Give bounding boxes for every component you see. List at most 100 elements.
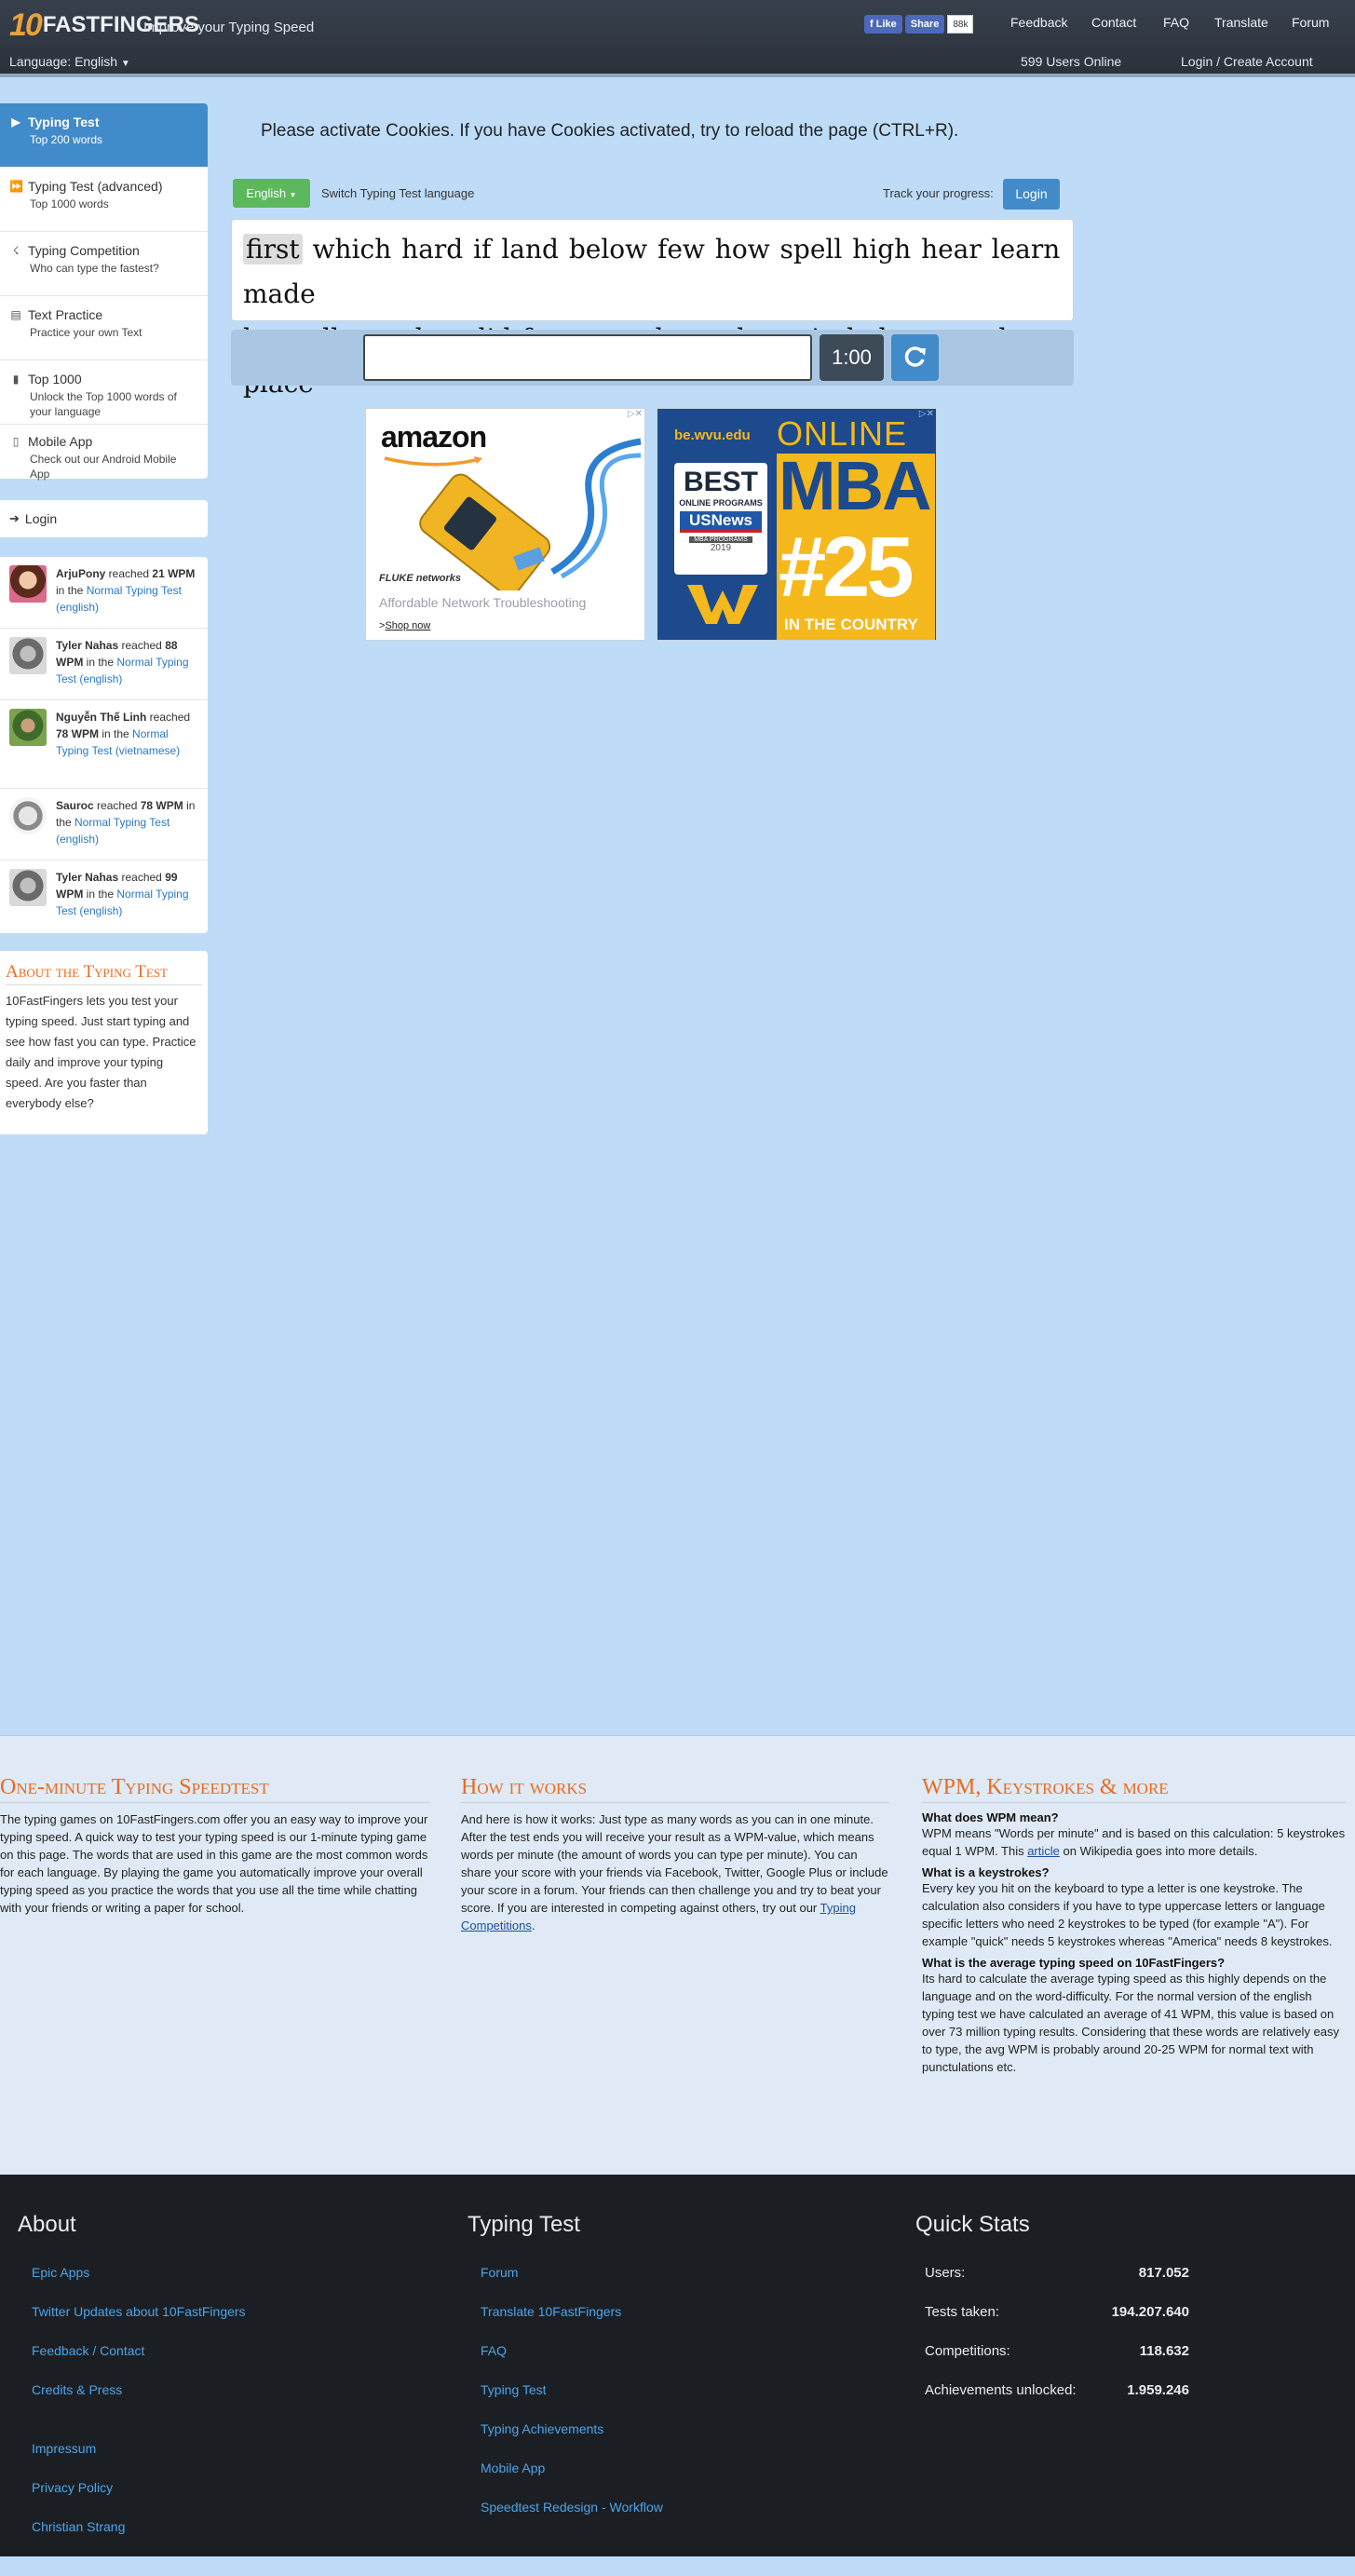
footer-about-column: About [18,2212,76,2251]
advertisement-amazon[interactable]: ▷✕ amazon FLUKE networks Affordable Netw… [365,408,645,641]
wpm-answer-1: WPM means "Words per minute" and is base… [922,1824,1346,1860]
sidebar-login-button[interactable]: ➔ Login [0,500,208,537]
avatar[interactable] [9,637,47,674]
about-typing-test-text: 10FastFingers lets you test your typing … [6,994,196,1110]
badge-usnews: USNews [680,511,762,533]
how-it-works-text: And here is how it works: Just type as m… [461,1812,888,1932]
facebook-buttons: f Like Share 88k [864,15,974,34]
sidebar-item-text-practice[interactable]: ▤ Text Practice Practice your own Text [0,296,208,360]
badge-online-programs: ONLINE PROGRAMS [679,498,763,508]
avatar[interactable] [9,709,47,746]
feed-user-name[interactable]: Tyler Nahas [56,871,118,884]
info-column-speedtest: One-minute Typing Speedtest The typing g… [0,1775,430,1917]
sidebar-item-title: Typing Test [28,115,100,129]
feed-item: Tyler Nahas reached 99 WPM in the Normal… [0,861,208,933]
wpm-answer-3: Its hard to calculate the average typing… [922,1972,1339,2074]
facebook-icon: f [870,19,876,30]
feed-user-name[interactable]: Nguyễn Thế Linh [56,711,146,724]
feed-action: reached [118,871,166,884]
sidebar-item-title: Text Practice [28,307,103,322]
facebook-like-count: 88k [947,15,974,34]
info-column-wpm: WPM, Keystrokes & more What does WPM mea… [922,1775,1346,2076]
language-select-button[interactable]: English ▼ [233,179,310,208]
about-typing-test-title: About the Typing Test [6,962,202,985]
feed-wpm: 78 WPM [56,727,100,740]
footer-link-christian-strang[interactable]: Christian Strang [32,2519,125,2534]
signal-icon: ▮ [12,373,20,386]
footer-link-faq[interactable]: FAQ [481,2343,507,2358]
advertisement-wvu-mba[interactable]: ▷✕ be.wvu.edu ONLINE MBA #25 IN THE COUN… [657,408,937,641]
sidebar-item-typing-competition[interactable]: ☇ Typing Competition Who can type the fas… [0,232,208,296]
stat-competitions-label: Competitions: [925,2343,1010,2359]
footer-link-epic-apps[interactable]: Epic Apps [32,2265,89,2280]
sidebar-item-subtitle: Who can type the fastest? [30,262,159,275]
top-navbar: 10 FASTFINGERS Improve your Typing Speed… [0,0,1355,77]
footer-link-achievements[interactable]: Typing Achievements [481,2421,603,2436]
users-online: 599 Users Online [1021,54,1122,69]
footer-link-twitter[interactable]: Twitter Updates about 10FastFingers [32,2304,246,2319]
language-dropdown[interactable]: Language: English ▼ [9,54,130,69]
word-row-1: first which hard if land below few how s… [243,227,1062,317]
facebook-like-label: Like [875,19,897,30]
nav-faq[interactable]: FAQ [1163,15,1189,30]
sidebar-item-typing-test[interactable]: ▶ Typing Test Top 200 words [0,103,208,168]
caret-down-icon: ▼ [120,59,130,69]
feed-in: in the [56,584,87,597]
nav-contact[interactable]: Contact [1091,15,1136,30]
feed-user-name[interactable]: Sauroc [56,799,94,812]
shop-now-link[interactable]: >Shop now [379,620,430,631]
reload-button[interactable] [891,334,939,381]
speedtest-text: The typing games on 10FastFingers.com of… [0,1812,428,1915]
sidebar-item-typing-test-advanced[interactable]: ⏩ Typing Test (advanced) Top 1000 words [0,168,208,232]
nav-translate[interactable]: Translate [1214,15,1268,30]
fast-forward-icon: ⏩ [9,180,23,193]
feed-wpm: 21 WPM [152,567,196,580]
nav-feedback[interactable]: Feedback [1010,15,1067,30]
trophy-icon: ☇ [12,244,20,257]
facebook-share-button[interactable]: Share [904,15,945,34]
track-progress-label: Track your progress: [883,186,994,200]
wpm-answer-1-post: on Wikipedia goes into more details. [1059,1844,1258,1858]
track-login-button[interactable]: Login [1003,179,1060,210]
ad-choices-icon[interactable]: ▷✕ [628,409,643,419]
feed-item: Tyler Nahas reached 88 WPM in the Normal… [0,629,208,700]
avatar[interactable] [9,869,47,906]
avatar[interactable] [9,797,47,834]
badge-year: 2019 [710,543,732,553]
wpm-question-2: What is a keystrokes? [922,1865,1050,1879]
network-tester-image [419,438,642,590]
ad-text: Affordable Network Troubleshooting [379,595,587,610]
stat-users-value: 817.052 [1138,2265,1189,2281]
nav-forum[interactable]: Forum [1292,15,1329,30]
activity-feed: ArjuPony reached 21 WPM in the Normal Ty… [0,557,208,933]
facebook-like-button[interactable]: f Like [864,15,902,34]
ad-rank: #25 [779,520,914,615]
footer-link-privacy[interactable]: Privacy Policy [32,2480,113,2495]
shop-now-label: Shop now [385,620,431,631]
footer-link-translate[interactable]: Translate 10FastFingers [481,2304,621,2319]
wikipedia-article-link[interactable]: article [1027,1844,1060,1858]
language-select-label: English [246,186,287,200]
footer-link-mobile-app[interactable]: Mobile App [481,2461,545,2475]
footer-link-typing-test[interactable]: Typing Test [481,2382,547,2397]
login-create-account-link[interactable]: Login / Create Account [1181,54,1313,69]
stat-achievements-value: 1.959.246 [1127,2382,1189,2398]
avatar[interactable] [9,565,47,603]
sidebar-item-title: Mobile App [28,434,93,449]
sidebar-item-mobile-app[interactable]: ▯ Mobile App Check out our Android Mobile… [0,425,208,481]
stat-competitions-value: 118.632 [1139,2343,1189,2359]
footer-link-forum[interactable]: Forum [481,2265,518,2280]
footer-link-credits[interactable]: Credits & Press [32,2382,122,2397]
ad-choices-icon[interactable]: ▷✕ [919,409,934,419]
sidebar-item-top-1000[interactable]: ▮ Top 1000 Unlock the Top 1000 words of y… [0,360,208,425]
word-list: first which hard if land below few how s… [231,219,1074,399]
sidebar-item-title: Top 1000 [28,372,82,386]
wpm-heading: WPM, Keystrokes & more [922,1775,1346,1803]
typing-input[interactable] [363,334,812,381]
feed-user-name[interactable]: Tyler Nahas [56,639,118,652]
feed-in: in the [99,727,133,740]
footer-link-speedtest-redesign[interactable]: Speedtest Redesign - Workflow [481,2500,663,2515]
footer-link-feedback[interactable]: Feedback / Contact [32,2343,144,2358]
footer-link-impressum[interactable]: Impressum [32,2441,96,2456]
feed-user-name[interactable]: ArjuPony [56,567,105,580]
